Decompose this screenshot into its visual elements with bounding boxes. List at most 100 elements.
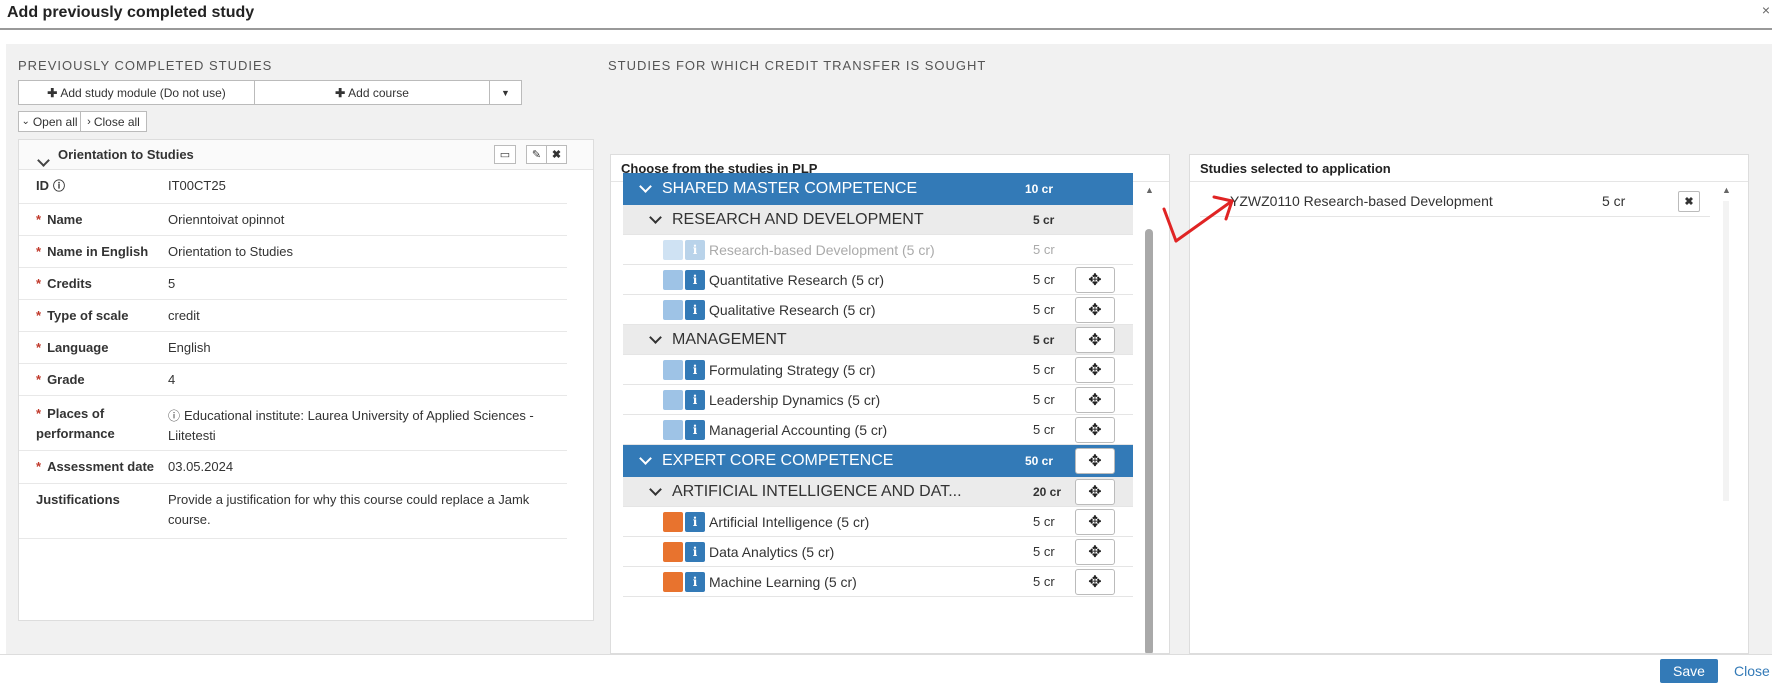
detail-value-text: credit (168, 308, 200, 323)
tree-group-text: EXPERT CORE COMPETENCE (662, 452, 894, 469)
chevron-down-icon[interactable] (649, 482, 662, 496)
module-header[interactable]: ARTIFICIAL INTELLIGENCE AND DAT... 20 cr ✥ (623, 477, 1133, 507)
detail-value: ⓘ Educational institute: Laurea Universit… (168, 406, 548, 446)
study-card-title: Orientation to Studies (58, 147, 194, 162)
study-card-header[interactable]: Orientation to Studies ▭ ✎ ✖ (19, 140, 593, 170)
add-course-button[interactable]: ✚ Add course (254, 80, 490, 105)
detail-row: * Credits 5 (19, 268, 567, 300)
credit-value: 5 cr (1033, 514, 1055, 529)
move-icon[interactable]: ✥ (1075, 448, 1115, 474)
tree-group-text: RESEARCH AND DEVELOPMENT (672, 210, 924, 228)
move-icon[interactable]: ✥ (1075, 478, 1115, 505)
remove-icon[interactable]: ✖ (1678, 191, 1700, 212)
course-color-marker (663, 511, 683, 532)
move-icon[interactable]: ✥ (1075, 416, 1115, 443)
move-icon[interactable]: ✥ (1075, 538, 1115, 565)
course-color-marker (663, 239, 683, 260)
add-study-module-button[interactable]: ✚ Add study module (Do not use) (18, 80, 255, 105)
move-icon[interactable]: ✥ (1075, 508, 1115, 535)
scroll-up-icon[interactable]: ▲ (1145, 185, 1154, 195)
course-row[interactable]: i Research-based Development (5 cr) 5 cr (623, 235, 1133, 265)
tree-group-text: ARTIFICIAL INTELLIGENCE AND DAT... (672, 482, 962, 500)
selected-studies-panel: Studies selected to application YZWZ0110… (1189, 154, 1749, 654)
credit-transfer-heading: STUDIES FOR WHICH CREDIT TRANSFER IS SOU… (608, 58, 987, 73)
scroll-up-icon[interactable]: ▲ (1722, 185, 1731, 195)
module-header[interactable]: RESEARCH AND DEVELOPMENT 5 cr (623, 205, 1133, 235)
info-icon[interactable]: i (685, 239, 705, 260)
tree-group-label: SHARED MASTER COMPETENCE (639, 173, 917, 205)
info-icon[interactable]: i (685, 359, 705, 380)
course-row[interactable]: i Machine Learning (5 cr) 5 cr ✥ (623, 567, 1133, 597)
move-icon[interactable]: ✥ (1075, 356, 1115, 383)
close-button[interactable]: Close (1734, 663, 1770, 679)
course-row[interactable]: i Formulating Strategy (5 cr) 5 cr ✥ (623, 355, 1133, 385)
scroll-thumb[interactable] (1145, 229, 1153, 653)
info-icon[interactable]: i (685, 419, 705, 440)
info-icon[interactable]: i (685, 511, 705, 532)
info-icon[interactable]: i (685, 389, 705, 410)
chevron-down-icon[interactable] (639, 180, 652, 193)
required-marker: * (36, 308, 42, 323)
course-row[interactable]: i Managerial Accounting (5 cr) 5 cr ✥ (623, 415, 1133, 445)
selected-study-label: YZWZ0110 Research-based Development (1230, 193, 1493, 209)
info-icon[interactable]: i (685, 299, 705, 320)
plus-icon: ✚ (47, 85, 58, 100)
detail-row: ID ⓘ IT00CT25 (19, 170, 567, 204)
tree-scrollbar[interactable]: ▲ (1143, 185, 1155, 653)
move-icon[interactable]: ✥ (1075, 266, 1115, 293)
open-all-button[interactable]: ⌄ Open all (18, 111, 81, 132)
selected-scrollbar[interactable]: ▲ (1720, 185, 1732, 655)
chevron-down-icon[interactable] (649, 210, 662, 224)
course-label: Artificial Intelligence (5 cr) (709, 513, 870, 530)
detail-value-text: Provide a justification for why this cou… (168, 492, 530, 527)
info-icon[interactable]: i (685, 571, 705, 592)
info-icon[interactable]: i (685, 269, 705, 290)
selected-study-row: YZWZ0110 Research-based Development 5 cr ✖ (1200, 185, 1710, 217)
course-row[interactable]: i Data Analytics (5 cr) 5 cr ✥ (623, 537, 1133, 567)
detail-row: * Assessment date 03.05.2024 (19, 451, 567, 484)
required-marker: * (36, 406, 42, 421)
detail-value-text: English (168, 340, 211, 355)
competence-header[interactable]: SHARED MASTER COMPETENCE 10 cr (623, 173, 1133, 205)
detail-row: * Grade 4 (19, 364, 567, 396)
module-header[interactable]: MANAGEMENT 5 cr ✥ (623, 325, 1133, 355)
detail-label-text: Justifications (36, 492, 120, 507)
tree-group-label: ARTIFICIAL INTELLIGENCE AND DAT... (649, 477, 962, 506)
credit-value: 5 cr (1033, 422, 1055, 437)
course-label: Data Analytics (5 cr) (709, 543, 835, 560)
course-color-marker (663, 541, 683, 562)
course-row[interactable]: i Qualitative Research (5 cr) 5 cr ✥ (623, 295, 1133, 325)
info-icon[interactable]: i (685, 541, 705, 562)
detail-row: * Language English (19, 332, 567, 364)
move-icon[interactable]: ✥ (1075, 386, 1115, 413)
detail-label-text: Language (47, 340, 109, 355)
detail-value-text: Orienntoivat opinnot (168, 212, 285, 227)
credit-value: 5 cr (1033, 574, 1055, 589)
info-icon: ⓘ (168, 409, 181, 423)
dialog-header: Add previously completed study × (0, 0, 1772, 30)
move-icon[interactable]: ✥ (1075, 296, 1115, 323)
course-row[interactable]: i Leadership Dynamics (5 cr) 5 cr ✥ (623, 385, 1133, 415)
add-study-module-label: Add study module (Do not use) (60, 85, 226, 100)
chevron-down-icon[interactable] (37, 152, 50, 167)
course-color-marker (663, 269, 683, 290)
course-row[interactable]: i Quantitative Research (5 cr) 5 cr ✥ (623, 265, 1133, 295)
competence-header[interactable]: EXPERT CORE COMPETENCE 50 cr ✥ (623, 445, 1133, 477)
close-all-button[interactable]: › Close all (80, 111, 147, 132)
folder-icon[interactable]: ▭ (494, 145, 516, 164)
move-icon[interactable]: ✥ (1075, 326, 1115, 353)
required-marker: * (36, 340, 42, 355)
chevron-down-icon[interactable] (639, 452, 652, 465)
course-color-marker (663, 359, 683, 380)
plp-studies-panel: Choose from the studies in PLP SHARED MA… (610, 154, 1170, 654)
close-icon[interactable]: × (1762, 2, 1770, 18)
move-icon[interactable]: ✥ (1075, 568, 1115, 595)
save-button[interactable]: Save (1660, 659, 1718, 683)
edit-icon[interactable]: ✎ (526, 145, 547, 164)
detail-value: 5 (168, 274, 548, 294)
add-dropdown-button[interactable]: ▼ (489, 80, 522, 105)
credit-value: 5 cr (1033, 332, 1055, 347)
delete-icon[interactable]: ✖ (546, 145, 567, 164)
chevron-down-icon[interactable] (649, 330, 662, 344)
course-row[interactable]: i Artificial Intelligence (5 cr) 5 cr ✥ (623, 507, 1133, 537)
